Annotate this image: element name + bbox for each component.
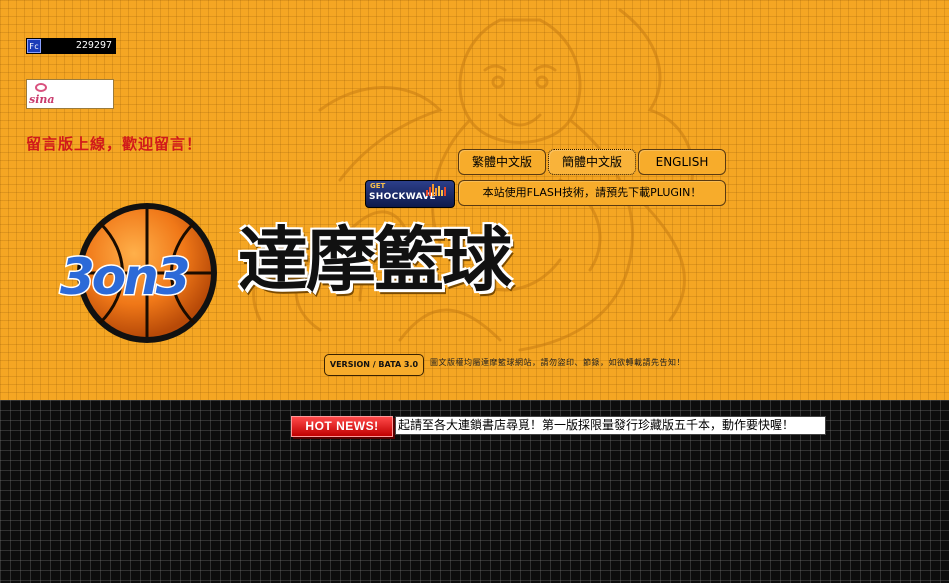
shockwave-get-label: GET — [370, 182, 386, 190]
sina-eye-icon — [35, 83, 47, 92]
lang-english-button[interactable]: ENGLISH — [638, 149, 726, 175]
counter-value: 229297 — [75, 40, 112, 51]
header-banner: Fc 229297 sina 留言版上線，歡迎留言！ 繁體中文版 簡體中文版 E… — [0, 0, 949, 400]
sina-label: sina — [29, 93, 55, 106]
copyright-text: 圖文版權均屬達摩籃球網站，請勿盜印、節錄，如欲轉載請先告知！ — [430, 358, 685, 367]
visit-counter[interactable]: Fc 229297 — [26, 38, 116, 54]
news-ticker[interactable]: 起請至各大連鎖書店尋覓！第一版採限量發行珍藏版五千本，動作要快喔！ — [395, 416, 826, 435]
sina-badge[interactable]: sina — [26, 79, 114, 109]
shockwave-bars-icon — [426, 184, 446, 196]
site-title: 達摩籃球 — [238, 219, 512, 301]
version-badge[interactable]: VERSION / BATA 3.0 — [324, 354, 424, 376]
guestbook-notice[interactable]: 留言版上線，歡迎留言！ — [26, 133, 202, 154]
lang-simplified-button[interactable]: 簡體中文版 — [548, 149, 636, 175]
counter-badge: Fc — [27, 39, 41, 53]
basketball-logo: 3on3 — [59, 203, 217, 343]
get-shockwave-button[interactable]: GET SHOCKWAVE — [365, 180, 455, 208]
flash-plugin-notice[interactable]: 本站使用FLASH技術，請預先下載PLUGIN！ — [458, 180, 726, 206]
lang-traditional-button[interactable]: 繁體中文版 — [458, 149, 546, 175]
logo-3on3-text: 3on3 — [60, 248, 188, 306]
hot-news-badge[interactable]: HOT NEWS! — [291, 416, 393, 437]
